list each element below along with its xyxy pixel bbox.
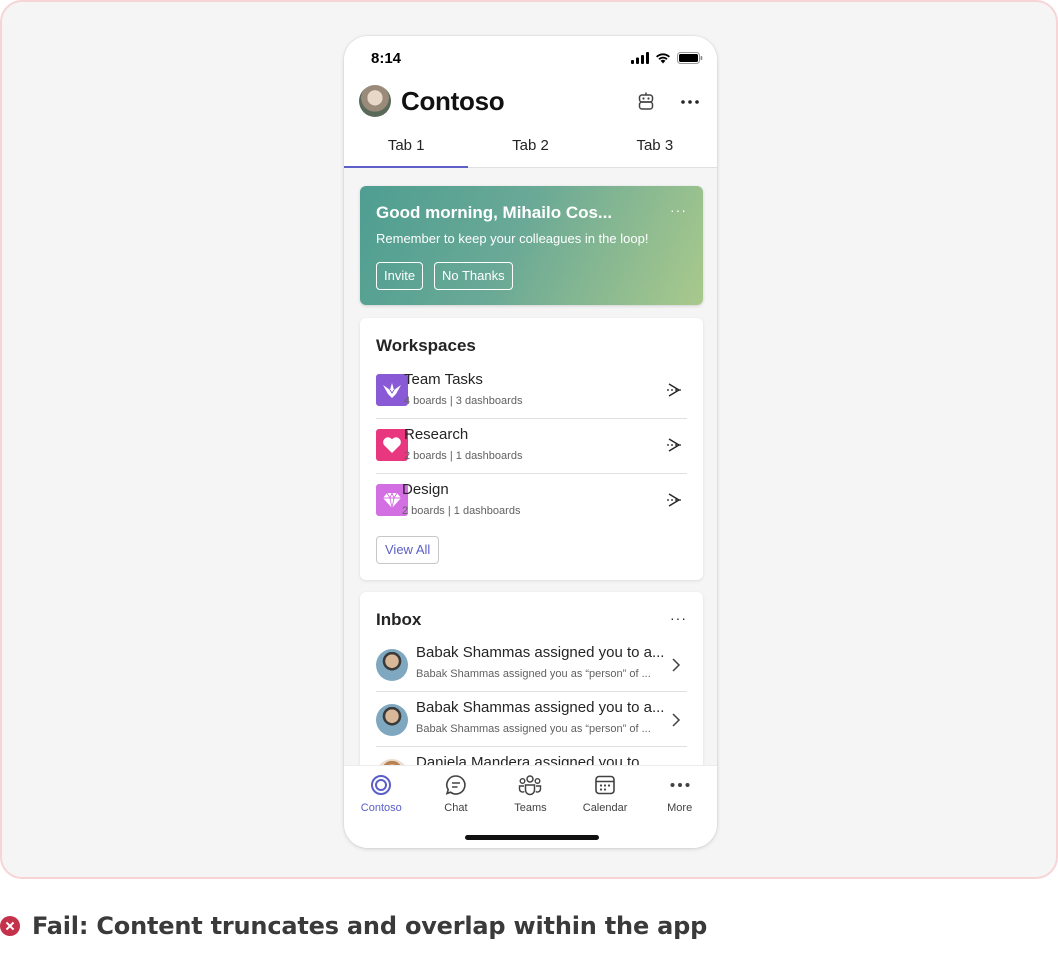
nav-calendar[interactable]: Calendar bbox=[568, 773, 643, 814]
workspace-item[interactable]: Design 2 boards | 1 dashboards bbox=[376, 474, 687, 529]
nav-contoso[interactable]: Contoso bbox=[344, 773, 419, 814]
inbox-item[interactable]: Babak Shammas assigned you to a... Babak… bbox=[376, 637, 687, 692]
copilot-button[interactable] bbox=[634, 90, 658, 114]
nav-more[interactable]: More bbox=[642, 773, 717, 814]
workspace-meta: 2 boards | 1 dashboards bbox=[404, 450, 523, 462]
calendar-icon bbox=[593, 773, 617, 797]
nav-label: Chat bbox=[444, 802, 468, 814]
nav-label: Calendar bbox=[582, 802, 628, 814]
scroll-content[interactable]: Good morning, Mihailo Cos... ··· Remembe… bbox=[344, 168, 717, 765]
bottom-nav: Contoso Chat Teams Calendar More bbox=[344, 765, 717, 848]
caption-text: Fail: Content truncates and overlap with… bbox=[32, 912, 708, 940]
verdict-caption: Fail: Content truncates and overlap with… bbox=[0, 912, 707, 940]
greeting-subtitle: Remember to keep your colleagues in the … bbox=[376, 231, 649, 246]
workspaces-card: Workspaces Team Tasks 4 boards | 3 dashb… bbox=[360, 318, 703, 580]
greeting-more-button[interactable]: ··· bbox=[670, 202, 687, 218]
page-title: Contoso bbox=[401, 86, 505, 116]
more-icon bbox=[681, 100, 699, 104]
wifi-icon bbox=[656, 53, 670, 64]
avatar bbox=[376, 704, 408, 736]
workspace-item[interactable]: Team Tasks 4 boards | 3 dashboards bbox=[376, 364, 687, 419]
greeting-card: Good morning, Mihailo Cos... ··· Remembe… bbox=[360, 186, 703, 305]
tab-1[interactable]: Tab 1 bbox=[344, 122, 469, 168]
chevron-right-icon bbox=[672, 658, 681, 672]
more-icon bbox=[668, 773, 692, 797]
signal-icon bbox=[631, 52, 649, 64]
workspace-name: Design bbox=[402, 481, 449, 498]
app-header: Contoso bbox=[344, 82, 717, 122]
inbox-title: Inbox bbox=[376, 610, 422, 629]
user-avatar[interactable] bbox=[359, 85, 391, 117]
inbox-item-title: Babak Shammas assigned you to a... bbox=[416, 699, 665, 716]
status-bar: 8:14 bbox=[344, 36, 717, 82]
invite-button[interactable]: Invite bbox=[376, 262, 424, 290]
overflow-menu-button[interactable] bbox=[678, 90, 702, 114]
open-arrow-icon bbox=[667, 438, 681, 452]
status-icons bbox=[631, 52, 703, 64]
teams-icon bbox=[518, 773, 542, 797]
workspaces-title: Workspaces bbox=[376, 336, 476, 355]
view-all-button[interactable]: View All bbox=[376, 536, 440, 564]
bot-icon bbox=[638, 92, 654, 110]
workspace-meta: 4 boards | 3 dashboards bbox=[404, 395, 523, 407]
nav-label: Contoso bbox=[360, 802, 402, 814]
open-arrow-icon bbox=[667, 383, 681, 397]
inbox-item-subtitle: Babak Shammas assigned you as “person” o… bbox=[416, 723, 651, 735]
workspace-name: Team Tasks bbox=[404, 371, 483, 388]
no-thanks-button[interactable]: No Thanks bbox=[434, 262, 513, 290]
greeting-title: Good morning, Mihailo Cos... bbox=[376, 203, 613, 222]
nav-teams[interactable]: Teams bbox=[493, 773, 568, 814]
workspace-name: Research bbox=[404, 426, 469, 443]
workspace-item[interactable]: Research 2 boards | 1 dashboards bbox=[376, 419, 687, 474]
inbox-item-subtitle: Babak Shammas assigned you as “person” o… bbox=[416, 668, 651, 680]
example-frame: 8:14 Contoso Tab 1 Tab 2 Tab 3 Good morn… bbox=[0, 0, 1058, 879]
battery-icon bbox=[677, 52, 703, 64]
phone-screen: 8:14 Contoso Tab 1 Tab 2 Tab 3 Good morn… bbox=[344, 36, 717, 848]
contoso-icon bbox=[369, 773, 393, 797]
tab-bar: Tab 1 Tab 2 Tab 3 bbox=[344, 122, 717, 168]
nav-label: More bbox=[667, 802, 693, 814]
tab-2[interactable]: Tab 2 bbox=[468, 122, 592, 167]
inbox-item-title: Daniela Mandera assigned you to... bbox=[416, 754, 652, 765]
inbox-more-button[interactable]: ··· bbox=[670, 610, 687, 626]
inbox-item-title: Babak Shammas assigned you to a... bbox=[416, 644, 665, 661]
fail-icon bbox=[0, 916, 20, 936]
inbox-card: Inbox ··· Babak Shammas assigned you to … bbox=[360, 592, 703, 765]
chevron-right-icon bbox=[672, 713, 681, 727]
nav-chat[interactable]: Chat bbox=[419, 773, 494, 814]
workspace-meta: 2 boards | 1 dashboards bbox=[402, 505, 521, 517]
open-arrow-icon bbox=[667, 493, 681, 507]
avatar bbox=[376, 649, 408, 681]
tab-3[interactable]: Tab 3 bbox=[593, 122, 717, 167]
status-time: 8:14 bbox=[371, 50, 402, 67]
inbox-item[interactable]: Daniela Mandera assigned you to... bbox=[376, 747, 687, 765]
inbox-item[interactable]: Babak Shammas assigned you to a... Babak… bbox=[376, 692, 687, 747]
home-indicator bbox=[465, 835, 599, 840]
chat-icon bbox=[444, 773, 468, 797]
nav-label: Teams bbox=[514, 802, 547, 814]
